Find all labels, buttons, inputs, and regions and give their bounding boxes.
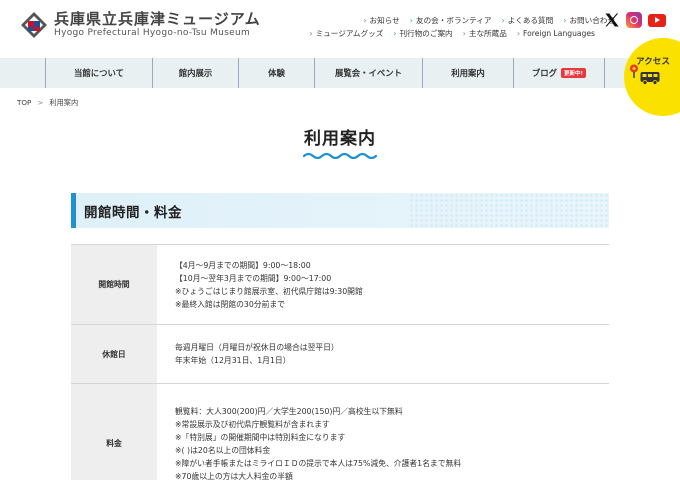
info-table: 開館時間 【4月〜9月までの期間】9:00〜18:00 【10月〜翌年3月までの… — [71, 244, 609, 480]
util-link-foreign-languages[interactable]: › Foreign Languages — [517, 28, 595, 39]
instagram-icon[interactable] — [626, 12, 642, 28]
util-link-faq[interactable]: › よくある質問 — [501, 15, 553, 26]
gnav-item-about[interactable]: 当館について — [45, 58, 152, 88]
gnav-item-exhibits[interactable]: 館内展示 — [152, 58, 238, 88]
arrow-icon: › — [309, 29, 313, 38]
table-row: 料金 観覧料：大人300(200)円／大学生200(150)円／高校生以下無料 … — [71, 384, 609, 480]
breadcrumb-separator: > — [37, 98, 44, 107]
map-pin-icon — [630, 64, 638, 78]
arrow-icon: › — [501, 16, 505, 25]
site-header: 兵庫県立兵庫津ミュージアム Hyogo Prefectural Hyogo-no… — [0, 0, 680, 58]
sns-links — [604, 12, 666, 28]
table-line: 【10月〜翌年3月までの期間】9:00〜17:00 — [175, 273, 332, 283]
logo-japanese-text: 兵庫県立兵庫津ミュージアム — [54, 10, 261, 28]
x-icon[interactable] — [604, 12, 620, 28]
gnav-item-exhibitions-events[interactable]: 展覧会・イベント — [314, 58, 422, 88]
util-link-publications[interactable]: › 刊行物のご案内 — [393, 28, 452, 39]
table-line: ※常設展示及び初代県庁観覧料が含まれます — [175, 419, 330, 429]
breadcrumb-home[interactable]: TOP — [17, 98, 31, 108]
youtube-icon[interactable] — [648, 13, 666, 27]
bus-icon — [640, 72, 660, 85]
logo-english-text: Hyogo Prefectural Hyogo-no-Tsu Museum — [54, 28, 251, 38]
utility-links-row1: › お知らせ › 友の会・ボランティア › よくある質問 › お問い合わせ — [353, 15, 615, 26]
table-data-cell: 毎週月曜日（月曜日が祝休日の場合は翌平日） 年末年始（12月31日、1月1日） — [157, 325, 609, 383]
breadcrumb: TOP > 利用案内 — [17, 98, 78, 108]
site-logo[interactable]: 兵庫県立兵庫津ミュージアム Hyogo Prefectural Hyogo-no… — [20, 10, 261, 39]
arrow-icon: › — [363, 16, 367, 25]
arrow-icon: › — [516, 29, 521, 38]
table-line: 年末年始（12月31日、1月1日） — [175, 356, 291, 365]
table-row: 休館日 毎週月曜日（月曜日が祝休日の場合は翌平日） 年末年始（12月31日、1月… — [71, 325, 609, 384]
arrow-icon: › — [393, 29, 397, 38]
table-data-cell: 観覧料：大人300(200)円／大学生200(150)円／高校生以下無料 ※常設… — [157, 384, 609, 480]
table-line: 毎週月曜日（月曜日が祝休日の場合は翌平日） — [175, 343, 339, 352]
table-line: ※( )は20名以上の団体料金 — [175, 445, 271, 455]
table-header-cell: 休館日 — [71, 325, 157, 383]
global-nav: 当館について 館内展示 体験 展覧会・イベント 利用案内 ブログ 更新中! — [0, 58, 680, 88]
section-heading: 開館時間・料金 — [71, 193, 609, 228]
gnav-item-visitor-info[interactable]: 利用案内 — [422, 58, 513, 88]
util-link-collection[interactable]: › 主な所蔵品 — [463, 28, 507, 39]
access-label: アクセス — [636, 57, 670, 67]
dot-pattern — [409, 193, 609, 228]
gnav-item-experience[interactable]: 体験 — [238, 58, 314, 88]
util-link-news[interactable]: › お知らせ — [363, 15, 399, 26]
wave-divider-icon — [303, 152, 378, 159]
table-line: 観覧料：大人300(200)円／大学生200(150)円／高校生以下無料 — [175, 406, 403, 416]
gnav-item-blog[interactable]: ブログ 更新中! — [513, 58, 605, 88]
table-line: 【4月〜9月までの期間】9:00〜18:00 — [175, 260, 311, 270]
table-line: ※障がい者手帳またはミライロＩＤの提示で本人は75%減免、介護者1名まで無料 — [175, 458, 462, 468]
arrow-icon: › — [462, 29, 466, 38]
table-line: ※最終入館は閉館の30分前まで — [175, 299, 286, 309]
table-row: 開館時間 【4月〜9月までの期間】9:00〜18:00 【10月〜翌年3月までの… — [71, 245, 609, 325]
logo-mark-icon — [21, 11, 47, 38]
table-header-cell: 料金 — [71, 384, 157, 480]
table-line: ※ひょうごはじまり館展示室、初代県庁館は9:30開館 — [175, 286, 363, 296]
arrow-icon: › — [563, 16, 567, 25]
blog-update-badge: 更新中! — [561, 68, 587, 78]
arrow-icon: › — [409, 16, 413, 25]
page-title: 利用案内 — [304, 129, 376, 149]
table-data-cell: 【4月〜9月までの期間】9:00〜18:00 【10月〜翌年3月までの期間】9:… — [157, 245, 609, 324]
table-line: ※70歳以上の方は大人料金の半額 — [175, 471, 293, 480]
section-title: 開館時間・料金 — [84, 205, 182, 221]
util-link-friends[interactable]: › 友の会・ボランティア — [410, 15, 492, 26]
table-header-cell: 開館時間 — [71, 245, 157, 324]
util-link-goods[interactable]: › ミュージアムグッズ — [309, 28, 383, 39]
breadcrumb-current: 利用案内 — [49, 98, 79, 107]
table-line: ※「特別展」の開催期間中は特別料金になります — [175, 432, 346, 442]
utility-links-row2: › ミュージアムグッズ › 刊行物のご案内 › 主な所蔵品 › Foreign Lang… — [299, 28, 595, 39]
